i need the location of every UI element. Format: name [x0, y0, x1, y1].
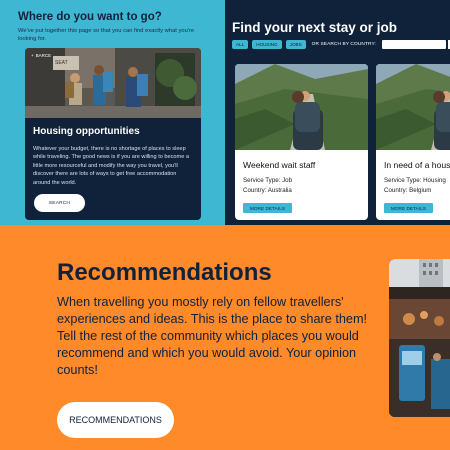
filter-bar: ALL HOUSING JOBS OR SEARCH BY COUNTRY: — [232, 40, 376, 49]
listing-card: Weekend wait staff Service Type: Job Cou… — [235, 64, 368, 220]
housing-card-heading: Housing opportunities — [33, 126, 140, 137]
filter-housing[interactable]: HOUSING — [252, 40, 282, 49]
listings-section: Find your next stay or job ALL HOUSING J… — [225, 0, 450, 225]
back-link[interactable]: + BARCE — [31, 53, 51, 58]
listing-photo — [376, 64, 450, 150]
listing-service-type: Service Type: Housing — [384, 177, 446, 184]
search-button[interactable]: SEARCH — [34, 194, 85, 212]
listings-title: Find your next stay or job — [232, 20, 398, 35]
housing-card-text: Whatever your budget, there is no shorta… — [33, 146, 189, 186]
listing-country: Country: Australia — [243, 187, 292, 194]
listing-title: Weekend wait staff — [243, 160, 316, 170]
recommendations-photo — [389, 259, 450, 417]
housing-photo: SEAT + BARCE — [25, 48, 201, 118]
listing-service-type: Service Type: Job — [243, 177, 293, 184]
plus-icon: + — [31, 53, 34, 58]
filter-jobs[interactable]: JOBS — [285, 40, 306, 49]
housing-section-subtitle: We've put together this page so that you… — [18, 28, 195, 42]
listing-title: In need of a housesitter — [384, 160, 450, 170]
svg-text:SEAT: SEAT — [55, 60, 68, 66]
listing-card: In need of a housesitter Service Type: H… — [376, 64, 450, 220]
recommendations-text: When travelling you mostly rely on fello… — [57, 295, 368, 377]
listing-country: Country: Belgium — [384, 187, 432, 194]
more-details-button[interactable]: MORE DETAILS — [243, 203, 292, 213]
housing-card: SEAT + BARCE Housing opportunities Whate… — [25, 48, 201, 220]
recommendations-title: Recommendations — [57, 259, 272, 286]
back-link-label: BARCE — [35, 53, 52, 58]
recommendations-button[interactable]: RECOMMENDATIONS — [57, 402, 174, 438]
filter-all[interactable]: ALL — [232, 40, 249, 49]
listing-photo — [235, 64, 368, 150]
country-search-label: OR SEARCH BY COUNTRY: — [311, 42, 376, 47]
housing-section-title: Where do you want to go? — [18, 11, 162, 23]
more-details-button[interactable]: MORE DETAILS — [384, 203, 433, 213]
country-search-input[interactable] — [382, 40, 446, 49]
housing-section: Where do you want to go? We've put toget… — [0, 0, 225, 225]
